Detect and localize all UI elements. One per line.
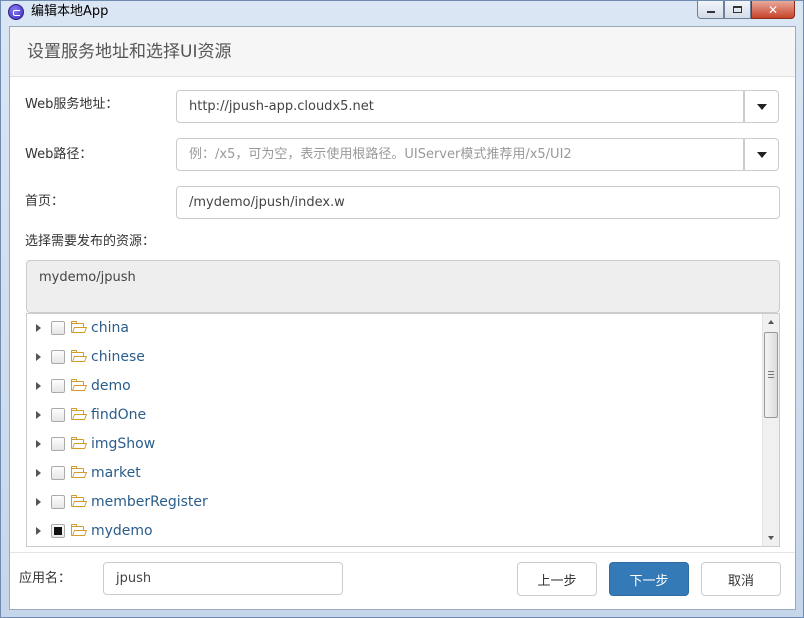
maximize-icon	[733, 6, 742, 13]
folder-open-icon	[71, 379, 88, 392]
tree-checkbox[interactable]	[51, 495, 65, 509]
maximize-button[interactable]	[724, 1, 751, 19]
app-name-label: 应用名：	[19, 571, 72, 586]
dialog-header: 设置服务地址和选择UI资源	[10, 27, 795, 77]
window-title: 编辑本地App	[31, 4, 109, 19]
tree-node[interactable]: memberRegister	[27, 488, 763, 517]
expand-arrow-icon[interactable]	[36, 469, 41, 477]
web-path-input[interactable]: 例：/x5，可为空，表示使用根路径。UIServer模式推荐用/x5/UI2	[176, 138, 744, 171]
app-name-input[interactable]: jpush	[103, 562, 343, 595]
tree-node-label[interactable]: chinese	[91, 348, 145, 366]
next-step-button[interactable]: 下一步	[609, 562, 689, 596]
tree-node[interactable]: mydemo	[27, 517, 763, 546]
scroll-down-arrow-icon[interactable]	[768, 536, 774, 540]
expand-arrow-icon[interactable]	[36, 382, 41, 390]
scroll-up-arrow-icon[interactable]	[768, 320, 774, 324]
expand-arrow-icon[interactable]	[36, 527, 41, 535]
grip-icon	[768, 371, 774, 378]
app-window: 编辑本地App ✕ 设置服务地址和选择UI资源 Web服务地址： http://…	[0, 0, 804, 618]
close-icon: ✕	[767, 2, 779, 17]
web-path-label: Web路径：	[25, 147, 93, 162]
minimize-button[interactable]	[697, 1, 724, 19]
home-page-label: 首页：	[25, 194, 65, 209]
tree-node-label[interactable]: china	[91, 319, 129, 337]
tree-node-label[interactable]: memberRegister	[91, 493, 208, 511]
expand-arrow-icon[interactable]	[36, 498, 41, 506]
home-page-input[interactable]: /mydemo/jpush/index.w	[176, 186, 780, 219]
caret-down-icon	[756, 151, 767, 158]
scrollbar-thumb[interactable]	[764, 332, 778, 418]
expand-arrow-icon[interactable]	[36, 440, 41, 448]
prev-step-button[interactable]: 上一步	[517, 562, 597, 596]
folder-open-icon	[71, 466, 88, 479]
tree-node-label[interactable]: mydemo	[91, 522, 153, 540]
tree-node-label[interactable]: demo	[91, 377, 131, 395]
folder-open-icon	[71, 437, 88, 450]
tree-checkbox[interactable]	[51, 350, 65, 364]
tree-checkbox[interactable]	[51, 379, 65, 393]
tree-checkbox[interactable]	[51, 408, 65, 422]
resource-tree: china chinese demo findOne imgShow marke…	[26, 313, 780, 547]
tree-node-label[interactable]: market	[91, 464, 141, 482]
tree-node[interactable]: imgShow	[27, 430, 763, 459]
web-service-dropdown-button[interactable]	[744, 90, 779, 123]
folder-open-icon	[71, 408, 88, 421]
tree-node[interactable]: demo	[27, 372, 763, 401]
tree-checkbox-partial[interactable]	[51, 524, 65, 538]
web-service-label: Web服务地址：	[25, 97, 119, 112]
dialog-footer: 应用名： jpush 上一步 下一步 取消	[10, 552, 795, 609]
tree-scrollbar[interactable]	[762, 314, 779, 546]
expand-arrow-icon[interactable]	[36, 411, 41, 419]
tree-node[interactable]: findOne	[27, 401, 763, 430]
web-service-input[interactable]: http://jpush-app.cloudx5.net	[176, 90, 744, 123]
tree-node[interactable]: china	[27, 314, 763, 343]
tree-node[interactable]: chinese	[27, 343, 763, 372]
tree-node-label[interactable]: findOne	[91, 406, 146, 424]
dialog-body: 设置服务地址和选择UI资源 Web服务地址： http://jpush-app.…	[9, 26, 796, 610]
tree-checkbox[interactable]	[51, 437, 65, 451]
folder-open-icon	[71, 350, 88, 363]
expand-arrow-icon[interactable]	[36, 324, 41, 332]
cancel-button[interactable]: 取消	[701, 562, 781, 596]
folder-open-icon	[71, 495, 88, 508]
tree-checkbox[interactable]	[51, 466, 65, 480]
tree-node[interactable]: market	[27, 459, 763, 488]
selected-resources-box: mydemo/jpush	[26, 260, 780, 313]
caret-down-icon	[756, 103, 767, 110]
title-bar[interactable]: 编辑本地App ✕	[1, 1, 803, 23]
tree-checkbox[interactable]	[51, 321, 65, 335]
expand-arrow-icon[interactable]	[36, 353, 41, 361]
resources-label: 选择需要发布的资源：	[25, 234, 156, 249]
folder-open-icon	[71, 524, 88, 537]
tree-node-label[interactable]: imgShow	[91, 435, 155, 453]
minimize-icon	[706, 11, 715, 13]
folder-open-icon	[71, 321, 88, 334]
close-button[interactable]: ✕	[751, 1, 795, 19]
app-logo-icon	[8, 4, 24, 20]
selected-resources-text: mydemo/jpush	[39, 270, 136, 285]
web-path-dropdown-button[interactable]	[744, 138, 779, 171]
window-controls: ✕	[697, 1, 795, 19]
dialog-title: 设置服务地址和选择UI资源	[27, 42, 232, 62]
